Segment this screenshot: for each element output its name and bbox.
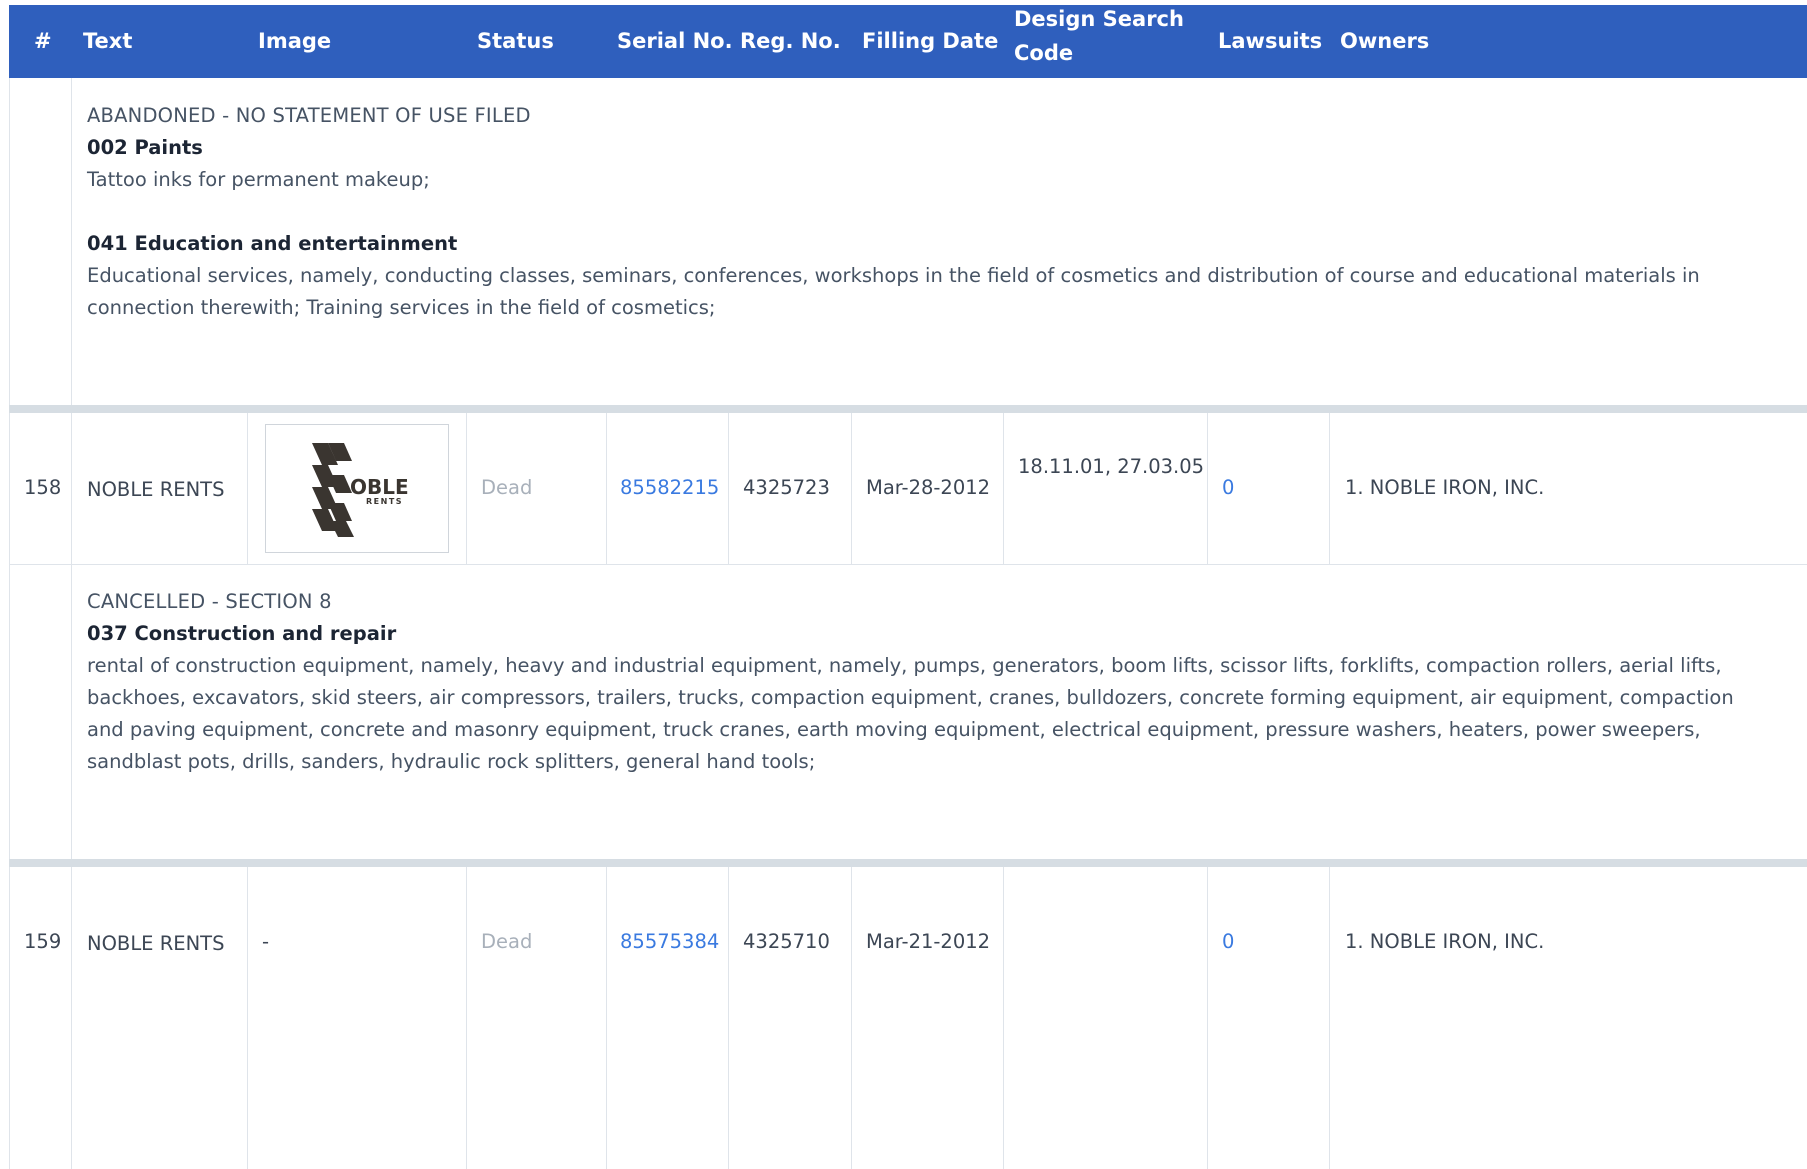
reg-number: 4325723: [743, 476, 830, 499]
detail-divider: [71, 565, 72, 859]
row-number: 159: [24, 930, 62, 953]
detail-divider: [71, 78, 72, 405]
cell-divider: [851, 413, 852, 564]
header-lawsuits[interactable]: Lawsuits: [1218, 22, 1322, 61]
cell-divider: [606, 867, 607, 1169]
trademark-image-placeholder: -: [262, 930, 270, 953]
trademark-table: # Text Image Status Serial No. Reg. No. …: [9, 5, 1807, 1169]
lawsuits-link[interactable]: 0: [1222, 930, 1234, 953]
cell-divider: [247, 413, 248, 564]
lawsuits-link[interactable]: 0: [1222, 476, 1234, 499]
class-description: rental of construction equipment, namely…: [87, 654, 1722, 677]
table-left-border: [9, 78, 10, 1169]
serial-link[interactable]: 85582215: [620, 476, 719, 499]
cell-divider: [1003, 867, 1004, 1169]
class-description: and paving equipment, concrete and mason…: [87, 718, 1701, 741]
noble-rents-logo-icon: OBLE RENTS: [312, 443, 409, 537]
owner-name: 1. NOBLE IRON, INC.: [1345, 476, 1545, 499]
detail-status-text: CANCELLED - SECTION 8: [87, 590, 332, 613]
class-title: 037 Construction and repair: [87, 622, 397, 645]
class-description: backhoes, excavators, skid steers, air c…: [87, 686, 1734, 709]
row-number: 158: [24, 476, 62, 499]
table-header: # Text Image Status Serial No. Reg. No. …: [9, 5, 1807, 78]
serial-link[interactable]: 85575384: [620, 930, 719, 953]
header-design-line1: Design Search: [1014, 7, 1184, 31]
row-text: NOBLE RENTS: [87, 478, 225, 501]
cell-divider: [1329, 413, 1330, 564]
owner-name: 1. NOBLE IRON, INC.: [1345, 930, 1545, 953]
cell-divider: [851, 867, 852, 1169]
header-num[interactable]: #: [34, 22, 52, 61]
filing-date: Mar-28-2012: [866, 476, 991, 499]
detail-status-text: ABANDONED - NO STATEMENT OF USE FILED: [87, 104, 531, 127]
class-description: sandblast pots, drills, sanders, hydraul…: [87, 750, 816, 773]
cell-divider: [466, 413, 467, 564]
cell-divider: [606, 413, 607, 564]
class-description: connection therewith; Training services …: [87, 296, 716, 319]
cell-divider: [1207, 413, 1208, 564]
header-owners[interactable]: Owners: [1340, 22, 1429, 61]
class-title: 041 Education and entertainment: [87, 232, 458, 255]
logo-text: OBLE: [350, 475, 409, 499]
filing-date: Mar-21-2012: [866, 930, 991, 953]
cell-divider: [728, 413, 729, 564]
header-status[interactable]: Status: [477, 22, 554, 61]
row-separator: [9, 859, 1807, 867]
status-value: Dead: [481, 930, 533, 953]
trademark-image[interactable]: OBLE RENTS: [265, 424, 449, 553]
header-reg[interactable]: Reg. No.: [740, 22, 841, 61]
reg-number: 4325710: [743, 930, 830, 953]
row-text: NOBLE RENTS: [87, 932, 225, 955]
logo-subtext: RENTS: [366, 497, 403, 506]
cell-divider: [1207, 867, 1208, 1169]
cell-divider: [728, 867, 729, 1169]
cell-divider: [247, 867, 248, 1169]
cell-divider: [466, 867, 467, 1169]
class-description: Tattoo inks for permanent makeup;: [87, 168, 430, 191]
class-description: Educational services, namely, conducting…: [87, 264, 1700, 287]
design-codes: 18.11.01, 27.03.05: [1018, 455, 1205, 478]
header-image[interactable]: Image: [258, 22, 331, 61]
cell-divider: [71, 867, 72, 1169]
header-serial[interactable]: Serial No.: [617, 22, 733, 61]
row-divider: [9, 564, 1807, 565]
header-filing-date[interactable]: Filling Date: [862, 22, 998, 61]
row-separator: [9, 405, 1807, 413]
header-design-search-code[interactable]: Design Search Code: [1014, 0, 1184, 68]
cell-divider: [1329, 867, 1330, 1169]
cell-divider: [1003, 413, 1004, 564]
header-text[interactable]: Text: [83, 22, 132, 61]
cell-divider: [71, 413, 72, 564]
class-title: 002 Paints: [87, 136, 203, 159]
header-design-line2: Code: [1014, 41, 1074, 65]
status-value: Dead: [481, 476, 533, 499]
